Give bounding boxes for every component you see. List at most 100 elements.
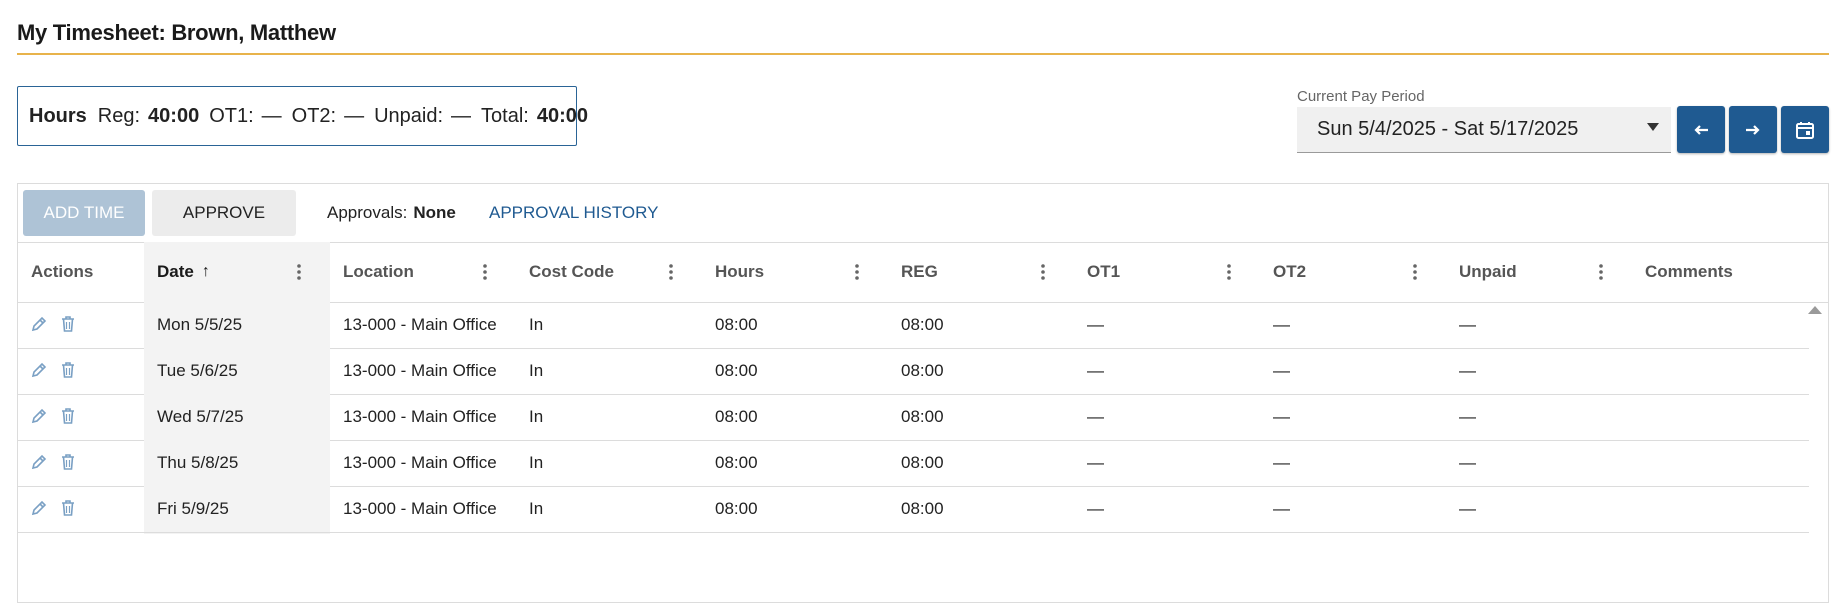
col-actions: Actions: [18, 242, 144, 302]
cell-date: Tue 5/6/25: [144, 348, 330, 394]
cell-hours: 08:00: [715, 453, 758, 472]
unpaid-column-menu-icon[interactable]: [1591, 242, 1611, 302]
cell-ot1: —: [1087, 315, 1104, 334]
cell-location: 13-000 - Main Office: [343, 407, 497, 426]
cell-ot1: —: [1087, 453, 1104, 472]
cell-unpaid: —: [1459, 361, 1476, 380]
reg-value: 40:00: [148, 104, 200, 127]
ot2-label: OT2:: [291, 104, 337, 127]
ot1-label: OT1:: [209, 104, 254, 127]
edit-icon[interactable]: [30, 453, 48, 476]
grid-header: Actions Date ↑ Location Cost Code Hours …: [18, 242, 1828, 303]
cell-date: Thu 5/8/25: [144, 440, 330, 486]
cell-reg: 08:00: [901, 361, 944, 380]
table-row[interactable]: Fri 5/9/25 13-000 - Main Office In 08:00…: [18, 486, 1809, 533]
col-date-label: Date: [157, 262, 194, 281]
delete-icon[interactable]: [60, 361, 76, 384]
next-period-button[interactable]: [1729, 106, 1777, 153]
cell-cost-code: In: [529, 499, 544, 518]
approve-button[interactable]: APPROVE: [152, 190, 296, 236]
prev-period-button[interactable]: [1677, 106, 1725, 153]
col-comments-label: Comments: [1645, 262, 1733, 281]
table-row[interactable]: Thu 5/8/25 13-000 - Main Office In 08:00…: [18, 440, 1809, 487]
hours-summary: Hours Reg: 40:00 OT1: — OT2: — Unpaid: —…: [17, 86, 588, 146]
edit-icon[interactable]: [30, 315, 48, 338]
page-title: My Timesheet: Brown, Matthew: [17, 20, 336, 45]
ot2-value: —: [344, 104, 365, 127]
col-ot2-label: OT2: [1273, 262, 1307, 281]
calendar-button[interactable]: [1781, 106, 1829, 153]
total-value: 40:00: [536, 104, 589, 127]
cell-reg: 08:00: [901, 453, 944, 472]
location-column-menu-icon[interactable]: [475, 242, 495, 302]
hours-label: Hours: [29, 104, 87, 127]
hours-column-menu-icon[interactable]: [847, 242, 867, 302]
edit-icon[interactable]: [30, 361, 48, 384]
cell-unpaid: —: [1459, 499, 1476, 518]
cell-reg: 08:00: [901, 315, 944, 334]
cell-location: 13-000 - Main Office: [343, 499, 497, 518]
col-location-label: Location: [343, 262, 414, 281]
cell-cost-code: In: [529, 453, 544, 472]
ot1-column-menu-icon[interactable]: [1219, 242, 1239, 302]
edit-icon[interactable]: [30, 407, 48, 430]
pay-period-select[interactable]: Sun 5/4/2025 - Sat 5/17/2025: [1297, 107, 1671, 153]
cell-hours: 08:00: [715, 315, 758, 334]
table-row[interactable]: Wed 5/7/25 13-000 - Main Office In 08:00…: [18, 394, 1809, 441]
arrow-right-icon: [1746, 124, 1760, 135]
cell-cost-code: In: [529, 315, 544, 334]
col-comments[interactable]: Comments: [1632, 242, 1812, 302]
approvals-label: Approvals:: [327, 203, 408, 222]
ot1-value: —: [261, 104, 282, 127]
col-reg-label: REG: [901, 262, 938, 281]
pay-period-value: Sun 5/4/2025 - Sat 5/17/2025: [1317, 118, 1579, 140]
caret-down-icon: [1647, 123, 1659, 131]
total-label: Total:: [481, 104, 529, 127]
approval-history-link[interactable]: APPROVAL HISTORY: [489, 203, 658, 223]
delete-icon[interactable]: [60, 407, 76, 430]
timesheet-grid: ADD TIME APPROVE Approvals: None APPROVAL…: [17, 183, 1829, 603]
approvals-status: Approvals: None: [327, 203, 456, 223]
unpaid-label: Unpaid:: [374, 104, 444, 127]
cell-ot1: —: [1087, 407, 1104, 426]
cell-reg: 08:00: [901, 407, 944, 426]
delete-icon[interactable]: [60, 499, 76, 522]
cell-comments: [1632, 440, 1809, 486]
cell-unpaid: —: [1459, 407, 1476, 426]
cell-location: 13-000 - Main Office: [343, 361, 497, 380]
grid-toolbar: ADD TIME APPROVE Approvals: None APPROVAL…: [18, 184, 1828, 243]
add-time-button[interactable]: ADD TIME: [23, 190, 145, 236]
cell-cost-code: In: [529, 361, 544, 380]
edit-icon[interactable]: [30, 499, 48, 522]
col-ot1-label: OT1: [1087, 262, 1121, 281]
table-row[interactable]: Tue 5/6/25 13-000 - Main Office In 08:00…: [18, 348, 1809, 395]
cell-comments: [1632, 302, 1809, 348]
ot2-column-menu-icon[interactable]: [1405, 242, 1425, 302]
sort-ascending-icon: ↑: [201, 263, 210, 280]
cell-comments: [1632, 486, 1809, 532]
cell-location: 13-000 - Main Office: [343, 315, 497, 334]
col-actions-label: Actions: [31, 262, 94, 281]
cell-hours: 08:00: [715, 499, 758, 518]
cell-unpaid: —: [1459, 315, 1476, 334]
reg-column-menu-icon[interactable]: [1033, 242, 1053, 302]
cell-cost-code: In: [529, 407, 544, 426]
cell-date: Fri 5/9/25: [144, 486, 330, 532]
table-row[interactable]: Mon 5/5/25 13-000 - Main Office In 08:00…: [18, 302, 1809, 349]
scroll-up-icon[interactable]: [1808, 306, 1822, 314]
cell-date: Mon 5/5/25: [144, 302, 330, 348]
arrow-left-icon: [1694, 124, 1708, 135]
cell-ot1: —: [1087, 499, 1104, 518]
approvals-value: None: [413, 203, 456, 222]
col-unpaid-label: Unpaid: [1459, 262, 1517, 281]
cell-ot2: —: [1273, 499, 1290, 518]
cell-ot2: —: [1273, 315, 1290, 334]
delete-icon[interactable]: [60, 453, 76, 476]
date-column-menu-icon[interactable]: [289, 242, 309, 302]
cell-ot1: —: [1087, 361, 1104, 380]
cell-unpaid: —: [1459, 453, 1476, 472]
cell-ot2: —: [1273, 407, 1290, 426]
cost-code-column-menu-icon[interactable]: [661, 242, 681, 302]
delete-icon[interactable]: [60, 315, 76, 338]
cell-comments: [1632, 394, 1809, 440]
